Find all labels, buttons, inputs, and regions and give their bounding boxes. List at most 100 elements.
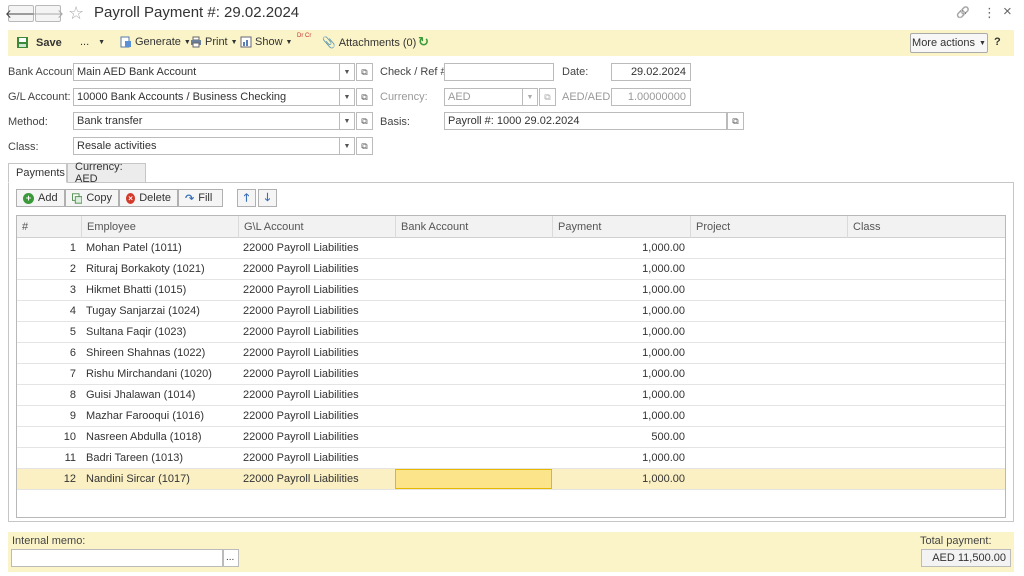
cell-class[interactable]	[852, 301, 1002, 321]
cell-class[interactable]	[852, 238, 1002, 258]
bank-account-open-button[interactable]: ⧉	[356, 63, 373, 81]
cell-class[interactable]	[852, 364, 1002, 384]
tab-payments[interactable]: Payments	[8, 163, 67, 183]
cell-class[interactable]	[852, 427, 1002, 447]
cell-project[interactable]	[695, 238, 845, 258]
table-row[interactable]: 10 Nasreen Abdulla (1018) 22000 Payroll Li…	[17, 427, 1005, 448]
cell-number[interactable]: 12	[17, 469, 76, 489]
cell-employee[interactable]: Hikmet Bhatti (1015)	[86, 280, 236, 300]
cell-class[interactable]	[852, 448, 1002, 468]
cell-gl-account[interactable]: 22000 Payroll Liabilities	[243, 406, 393, 426]
cell-number[interactable]: 3	[17, 280, 76, 300]
cell-bank-account[interactable]	[400, 385, 550, 405]
cell-project[interactable]	[695, 364, 845, 384]
cell-number[interactable]: 9	[17, 406, 76, 426]
cell-employee[interactable]: Sultana Faqir (1023)	[86, 322, 236, 342]
check-ref-field[interactable]	[444, 63, 554, 81]
cell-project[interactable]	[695, 427, 845, 447]
column-header-employee[interactable]: Employee	[81, 216, 238, 238]
drcr-button[interactable]: Dr Cr	[297, 33, 311, 40]
cell-class[interactable]	[852, 469, 1002, 489]
basis-field[interactable]: Payroll #: 1000 29.02.2024	[444, 112, 727, 130]
cell-gl-account[interactable]: 22000 Payroll Liabilities	[243, 448, 393, 468]
cell-employee[interactable]: Guisi Jhalawan (1014)	[86, 385, 236, 405]
cell-bank-account[interactable]	[400, 406, 550, 426]
cell-payment[interactable]: 1,000.00	[552, 469, 685, 489]
column-header-number[interactable]: #	[17, 216, 81, 238]
method-dropdown[interactable]: ▼	[340, 112, 355, 130]
cell-employee[interactable]: Shireen Shahnas (1022)	[86, 343, 236, 363]
class-field[interactable]: Resale activities	[73, 137, 340, 155]
cell-number[interactable]: 4	[17, 301, 76, 321]
class-dropdown[interactable]: ▼	[340, 137, 355, 155]
cell-bank-account[interactable]	[400, 448, 550, 468]
cell-bank-account[interactable]	[400, 343, 550, 363]
cell-gl-account[interactable]: 22000 Payroll Liabilities	[243, 280, 393, 300]
cell-project[interactable]	[695, 469, 845, 489]
column-header-payment[interactable]: Payment	[552, 216, 690, 238]
add-row-button[interactable]: + Add	[16, 189, 65, 207]
cell-payment[interactable]: 1,000.00	[552, 301, 685, 321]
table-row[interactable]: 6 Shireen Shahnas (1022) 22000 Payroll Lia…	[17, 343, 1005, 364]
cell-employee[interactable]: Rishu Mirchandani (1020)	[86, 364, 236, 384]
cell-employee[interactable]: Mohan Patel (1011)	[86, 238, 236, 258]
column-header-project[interactable]: Project	[690, 216, 847, 238]
move-down-button[interactable]: 🡓	[258, 189, 277, 207]
table-row[interactable]: 12 Nandini Sircar (1017) 22000 Payroll Lia…	[17, 469, 1005, 490]
move-up-button[interactable]: 🡑	[237, 189, 256, 207]
cell-payment[interactable]: 1,000.00	[552, 259, 685, 279]
table-row[interactable]: 7 Rishu Mirchandani (1020) 22000 Payroll L…	[17, 364, 1005, 385]
cell-payment[interactable]: 1,000.00	[552, 364, 685, 384]
cell-number[interactable]: 6	[17, 343, 76, 363]
cell-bank-account[interactable]	[400, 238, 550, 258]
table-row[interactable]: 4 Tugay Sanjarzai (1024) 22000 Payroll Lia…	[17, 301, 1005, 322]
more-actions-button[interactable]: More actions ▼	[910, 33, 988, 53]
cell-class[interactable]	[852, 385, 1002, 405]
cell-class[interactable]	[852, 322, 1002, 342]
cell-class[interactable]	[852, 343, 1002, 363]
kebab-menu-icon[interactable]: ⋮	[983, 5, 996, 21]
cell-gl-account[interactable]: 22000 Payroll Liabilities	[243, 427, 393, 447]
cell-project[interactable]	[695, 301, 845, 321]
cell-project[interactable]	[695, 448, 845, 468]
table-row[interactable]: 8 Guisi Jhalawan (1014) 22000 Payroll Liab…	[17, 385, 1005, 406]
method-open-button[interactable]: ⧉	[356, 112, 373, 130]
cell-employee[interactable]: Nandini Sircar (1017)	[86, 469, 236, 489]
copy-row-button[interactable]: Copy	[65, 189, 119, 207]
cell-gl-account[interactable]: 22000 Payroll Liabilities	[243, 259, 393, 279]
cell-bank-account[interactable]	[400, 259, 550, 279]
bank-account-dropdown[interactable]: ▼	[340, 63, 355, 81]
cell-gl-account[interactable]: 22000 Payroll Liabilities	[243, 364, 393, 384]
cell-number[interactable]: 7	[17, 364, 76, 384]
memo-field[interactable]	[11, 549, 223, 567]
attachments-button[interactable]: 📎 Attachments (0)	[322, 36, 416, 50]
cell-number[interactable]: 10	[17, 427, 76, 447]
show-button[interactable]: Show ▼	[240, 36, 292, 48]
memo-expand-button[interactable]: ...	[223, 549, 239, 567]
cell-bank-account[interactable]	[400, 322, 550, 342]
favorite-star-icon[interactable]: ☆	[68, 3, 84, 24]
gl-account-field[interactable]: 10000 Bank Accounts / Business Checking	[73, 88, 340, 106]
cell-class[interactable]	[852, 280, 1002, 300]
column-header-gl-account[interactable]: G\L Account	[238, 216, 395, 238]
cell-employee[interactable]: Mazhar Farooqui (1016)	[86, 406, 236, 426]
table-row[interactable]: 11 Badri Tareen (1013) 22000 Payroll Liabi…	[17, 448, 1005, 469]
save-button[interactable]: Save	[16, 36, 62, 49]
cell-number[interactable]: 1	[17, 238, 76, 258]
cell-number[interactable]: 11	[17, 448, 76, 468]
cell-project[interactable]	[695, 406, 845, 426]
close-icon[interactable]: ×	[1003, 3, 1012, 20]
cell-payment[interactable]: 1,000.00	[552, 406, 685, 426]
column-header-class[interactable]: Class	[847, 216, 1005, 238]
help-button[interactable]: ?	[994, 36, 1001, 48]
table-row[interactable]: 3 Hikmet Bhatti (1015) 22000 Payroll Liabi…	[17, 280, 1005, 301]
link-icon[interactable]: 🔗	[956, 6, 970, 19]
cell-number[interactable]: 5	[17, 322, 76, 342]
cell-bank-account[interactable]	[400, 427, 550, 447]
cell-bank-account[interactable]	[400, 280, 550, 300]
table-row[interactable]: 9 Mazhar Farooqui (1016) 22000 Payroll Lia…	[17, 406, 1005, 427]
table-row[interactable]: 2 Rituraj Borkakoty (1021) 22000 Payroll L…	[17, 259, 1005, 280]
active-cell-bank-account[interactable]	[395, 469, 552, 489]
back-button[interactable]: 🡐	[5, 5, 37, 22]
cell-project[interactable]	[695, 259, 845, 279]
